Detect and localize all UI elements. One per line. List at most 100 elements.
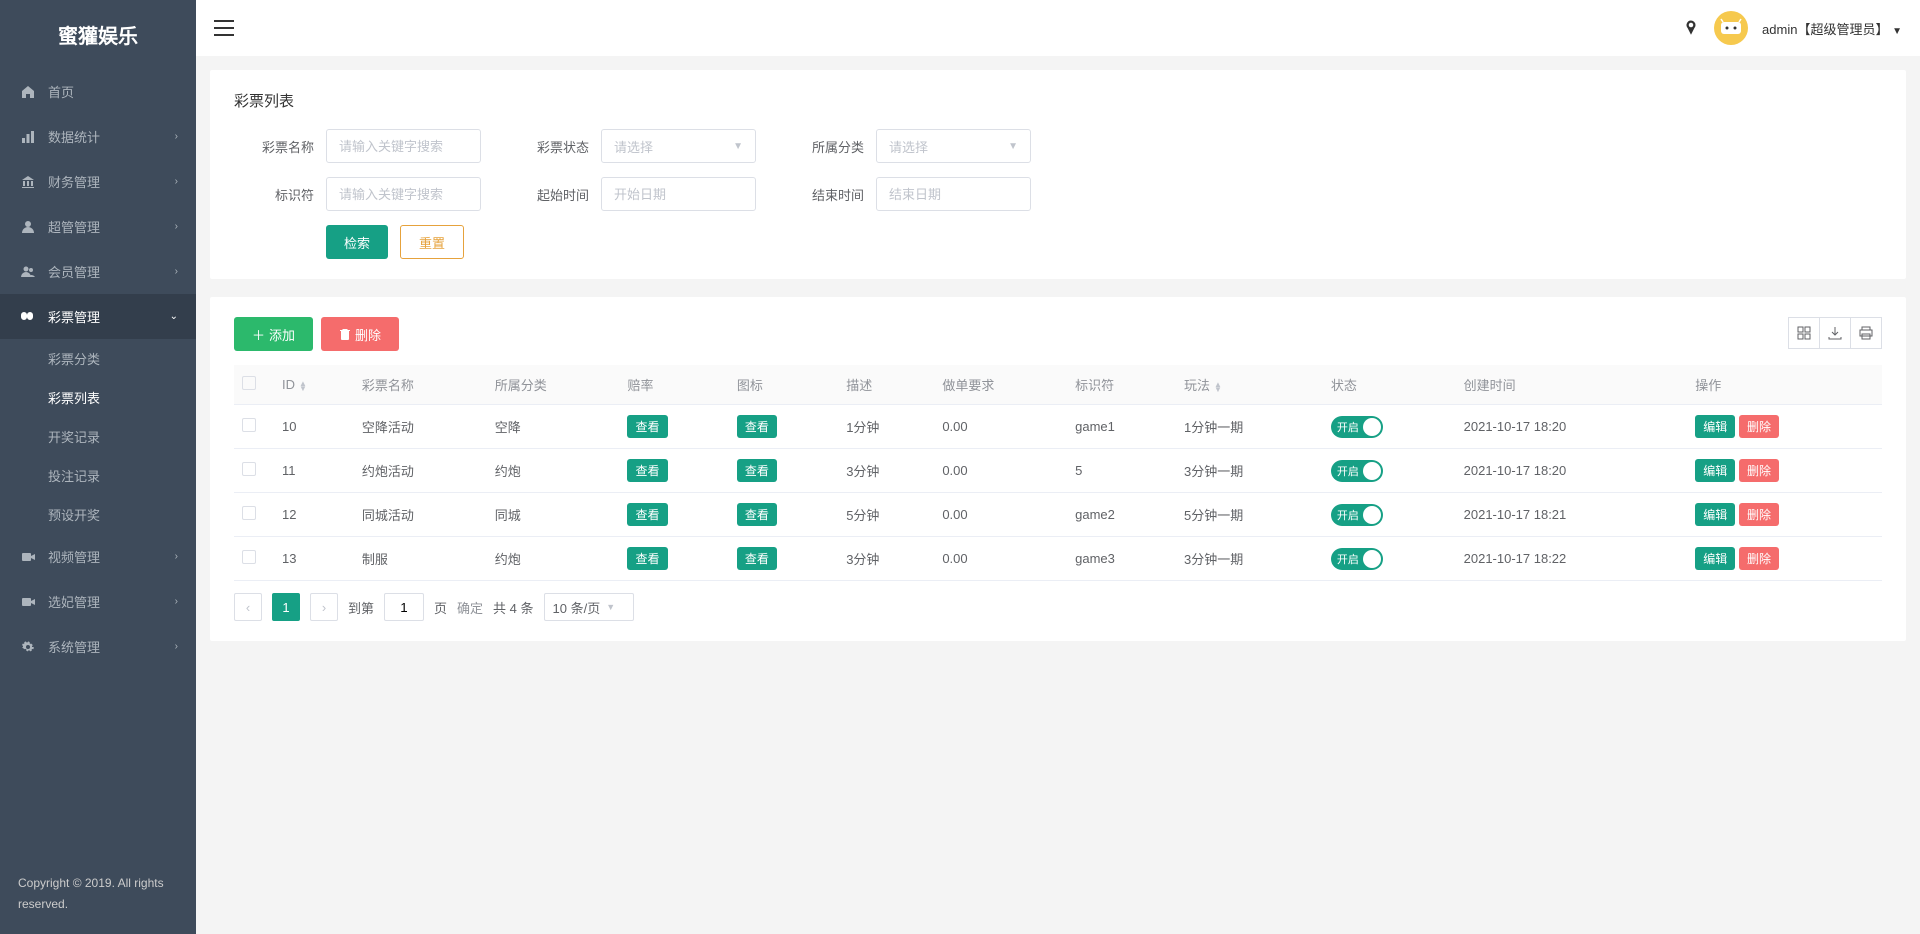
search-button[interactable]: 检索 — [326, 225, 388, 259]
reset-button[interactable]: 重置 — [400, 225, 464, 259]
sidebar-item-7[interactable]: 选妃管理› — [0, 579, 196, 624]
sidebar-subitem-5-2[interactable]: 开奖记录 — [0, 417, 196, 456]
chevron-right-icon: › — [175, 551, 178, 562]
view-icon-button[interactable]: 查看 — [737, 459, 777, 482]
row-delete-button[interactable]: 删除 — [1739, 547, 1779, 570]
columns-icon[interactable] — [1788, 317, 1820, 349]
sidebar-item-0[interactable]: 首页 — [0, 69, 196, 114]
brand-logo: 蜜獾娱乐 — [0, 0, 196, 69]
select-all-checkbox[interactable] — [242, 376, 256, 390]
sidebar-item-label: 首页 — [48, 82, 178, 101]
print-icon[interactable] — [1850, 317, 1882, 349]
chevron-right-icon: › — [175, 641, 178, 652]
view-odds-button[interactable]: 查看 — [627, 415, 667, 438]
filter-card: 彩票列表 彩票名称 彩票状态 请选择 ▼ 所属分类 — [210, 70, 1906, 279]
row-delete-button[interactable]: 删除 — [1739, 459, 1779, 482]
chevron-down-icon: ▼ — [606, 602, 615, 612]
view-icon-button[interactable]: 查看 — [737, 547, 777, 570]
view-odds-button[interactable]: 查看 — [627, 503, 667, 526]
goto-page-input[interactable] — [384, 593, 424, 621]
status-toggle[interactable]: 开启 — [1331, 504, 1383, 526]
delete-button[interactable]: 删除 — [321, 317, 399, 351]
status-toggle[interactable]: 开启 — [1331, 416, 1383, 438]
status-toggle[interactable]: 开启 — [1331, 460, 1383, 482]
avatar[interactable] — [1714, 11, 1748, 45]
bars-icon — [18, 129, 38, 145]
filter-status-select[interactable]: 请选择 ▼ — [601, 129, 756, 163]
gear-icon — [18, 639, 38, 655]
view-icon-button[interactable]: 查看 — [737, 415, 777, 438]
sidebar-item-1[interactable]: 数据统计› — [0, 114, 196, 159]
user-dropdown[interactable]: admin【超级管理员】 ▼ — [1762, 19, 1902, 38]
theme-icon[interactable] — [1682, 19, 1700, 37]
edit-button[interactable]: 编辑 — [1695, 503, 1735, 526]
chevron-right-icon: › — [175, 176, 178, 187]
row-checkbox[interactable] — [242, 462, 256, 476]
sidebar-subitem-5-1[interactable]: 彩票列表 — [0, 378, 196, 417]
data-table: ID▲▼ 彩票名称 所属分类 赔率 图标 描述 做单要求 标识符 玩法▲▼ 状态… — [234, 365, 1882, 581]
row-checkbox[interactable] — [242, 550, 256, 564]
sidebar-item-5[interactable]: 彩票管理⌄ — [0, 294, 196, 339]
menu-toggle-icon[interactable] — [214, 20, 234, 36]
edit-button[interactable]: 编辑 — [1695, 459, 1735, 482]
view-odds-button[interactable]: 查看 — [627, 547, 667, 570]
sidebar-item-label: 视频管理 — [48, 547, 175, 566]
chevron-down-icon: ▼ — [733, 141, 743, 152]
user-icon — [18, 219, 38, 235]
per-page-select[interactable]: 10 条/页 ▼ — [544, 593, 635, 621]
sidebar-item-label: 财务管理 — [48, 172, 175, 191]
sidebar-item-label: 超管管理 — [48, 217, 175, 236]
sidebar-item-8[interactable]: 系统管理› — [0, 624, 196, 669]
sidebar-subitem-5-4[interactable]: 预设开奖 — [0, 495, 196, 534]
mask-icon — [18, 309, 38, 325]
trash-icon — [339, 328, 351, 340]
next-page-button[interactable]: › — [310, 593, 338, 621]
sidebar-item-4[interactable]: 会员管理› — [0, 249, 196, 294]
chevron-right-icon: › — [175, 266, 178, 277]
sidebar-item-label: 数据统计 — [48, 127, 175, 146]
sidebar-item-6[interactable]: 视频管理› — [0, 534, 196, 579]
sidebar-item-label: 会员管理 — [48, 262, 175, 281]
video-icon — [18, 549, 38, 565]
filter-category-select[interactable]: 请选择 ▼ — [876, 129, 1031, 163]
plus-icon: ＋ — [252, 325, 265, 344]
video-icon — [18, 594, 38, 610]
copyright: Copyright © 2019. All rights reserved. — [0, 855, 196, 934]
sort-icon[interactable]: ▲▼ — [1214, 382, 1222, 392]
chevron-down-icon: ▼ — [1008, 141, 1018, 152]
chevron-right-icon: › — [175, 131, 178, 142]
add-button[interactable]: ＋ 添加 — [234, 317, 313, 351]
page-1-button[interactable]: 1 — [272, 593, 300, 621]
view-icon-button[interactable]: 查看 — [737, 503, 777, 526]
table-card: ＋ 添加 删除 — [210, 297, 1906, 641]
sidebar-item-label: 系统管理 — [48, 637, 175, 656]
row-delete-button[interactable]: 删除 — [1739, 503, 1779, 526]
filter-identifier-input[interactable] — [326, 177, 481, 211]
filter-start-label: 起始时间 — [509, 185, 589, 204]
bank-icon — [18, 174, 38, 190]
filter-status-label: 彩票状态 — [509, 137, 589, 156]
sidebar-subitem-5-0[interactable]: 彩票分类 — [0, 339, 196, 378]
row-delete-button[interactable]: 删除 — [1739, 415, 1779, 438]
row-checkbox[interactable] — [242, 506, 256, 520]
edit-button[interactable]: 编辑 — [1695, 547, 1735, 570]
filter-name-input[interactable] — [326, 129, 481, 163]
sidebar-item-3[interactable]: 超管管理› — [0, 204, 196, 249]
sidebar-subitem-5-3[interactable]: 投注记录 — [0, 456, 196, 495]
prev-page-button[interactable]: ‹ — [234, 593, 262, 621]
edit-button[interactable]: 编辑 — [1695, 415, 1735, 438]
goto-confirm-button[interactable]: 确定 — [457, 598, 483, 617]
view-odds-button[interactable]: 查看 — [627, 459, 667, 482]
filter-end-input[interactable] — [876, 177, 1031, 211]
sort-icon[interactable]: ▲▼ — [299, 381, 307, 391]
filter-start-input[interactable] — [601, 177, 756, 211]
users-icon — [18, 264, 38, 280]
export-icon[interactable] — [1819, 317, 1851, 349]
table-row: 13制服约炮查看查看3分钟0.00game33分钟一期开启2021-10-17 … — [234, 537, 1882, 581]
sidebar-item-label: 选妃管理 — [48, 592, 175, 611]
chevron-down-icon: ⌄ — [170, 311, 178, 322]
status-toggle[interactable]: 开启 — [1331, 548, 1383, 570]
row-checkbox[interactable] — [242, 418, 256, 432]
sidebar-item-2[interactable]: 财务管理› — [0, 159, 196, 204]
chevron-right-icon: › — [175, 221, 178, 232]
